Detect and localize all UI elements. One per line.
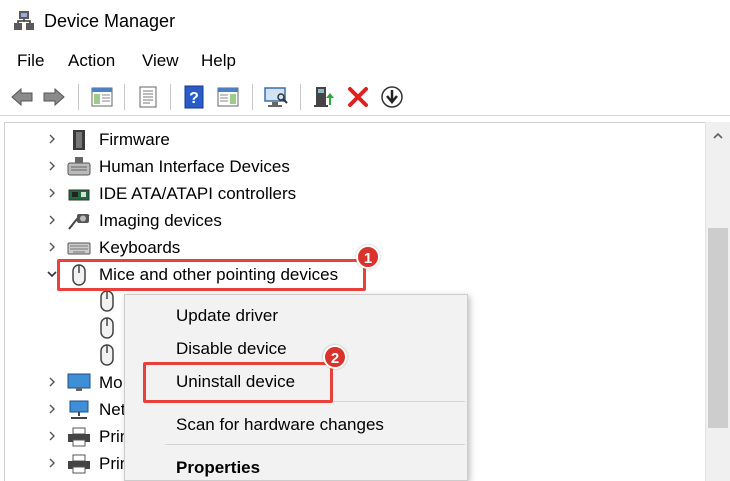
uninstall-x-icon[interactable]	[344, 84, 372, 110]
show-hide-tree-icon[interactable]	[88, 84, 116, 110]
tree-item-label: Mo	[99, 373, 123, 392]
window-title: Device Manager	[44, 11, 176, 31]
menu-scan-hardware[interactable]: Scan for hardware changes	[176, 414, 384, 436]
tree-item-imaging-devices[interactable]: Imaging devices	[5, 207, 705, 234]
tree-item-label: Net	[99, 400, 126, 419]
tree-item-label: Imaging devices	[99, 211, 222, 230]
chevron-right-icon[interactable]	[45, 429, 59, 443]
tree-item-label: Firmware	[99, 130, 170, 149]
tree-item-firmware[interactable]: Firmware	[5, 126, 705, 153]
step-badge-1: 1	[356, 245, 380, 269]
menu-disable-device[interactable]: Disable device	[176, 338, 287, 360]
menu-properties[interactable]: Properties	[176, 457, 260, 479]
menu-action[interactable]: Action	[68, 48, 115, 74]
tree-item-label: Human Interface Devices	[99, 157, 290, 176]
chevron-right-icon[interactable]	[45, 213, 59, 227]
menu-separator	[165, 444, 465, 445]
menu-bar: File Action View Help	[0, 48, 730, 74]
tree-item-label: IDE ATA/ATAPI controllers	[99, 184, 297, 203]
menu-update-driver[interactable]: Update driver	[176, 305, 278, 327]
step-badge-2: 2	[323, 345, 347, 369]
forward-arrow-icon[interactable]	[40, 84, 68, 110]
tree-item-ide-controllers[interactable]: IDE ATA/ATAPI controllers	[5, 180, 705, 207]
device-manager-icon	[14, 11, 34, 30]
chevron-right-icon[interactable]	[45, 186, 59, 200]
svg-text:?: ?	[189, 90, 199, 107]
camera-icon	[68, 214, 90, 230]
ide-controller-icon	[68, 189, 90, 201]
mouse-device-icon[interactable]	[99, 317, 115, 339]
menu-file[interactable]: File	[17, 48, 44, 74]
chevron-right-icon[interactable]	[45, 375, 59, 389]
disable-download-icon[interactable]	[378, 84, 406, 110]
title-bar: Device Manager	[0, 0, 730, 42]
chevron-right-icon[interactable]	[45, 132, 59, 146]
printer-icon	[68, 454, 90, 474]
vertical-scrollbar[interactable]	[705, 122, 730, 481]
hid-icon	[67, 157, 91, 176]
chevron-right-icon[interactable]	[45, 402, 59, 416]
scan-hardware-icon[interactable]	[262, 84, 290, 110]
mouse-device-icon[interactable]	[99, 344, 115, 366]
scroll-thumb[interactable]	[708, 228, 728, 428]
keyboard-icon	[67, 242, 91, 255]
tree-item-human-interface-devices[interactable]: Human Interface Devices	[5, 153, 705, 180]
highlight-uninstall-device	[143, 362, 333, 403]
mouse-device-icon[interactable]	[99, 290, 115, 312]
tree-item-keyboards[interactable]: Keyboards	[5, 234, 705, 261]
update-driver-icon[interactable]	[310, 84, 338, 110]
menu-view[interactable]: View	[142, 48, 179, 74]
firmware-chip-icon	[73, 130, 85, 150]
chevron-right-icon[interactable]	[45, 240, 59, 254]
tree-item-label: Keyboards	[99, 238, 181, 257]
help-icon[interactable]: ?	[180, 84, 208, 110]
action-pane-icon[interactable]	[214, 84, 242, 110]
chevron-right-icon[interactable]	[45, 456, 59, 470]
back-arrow-icon[interactable]	[8, 84, 36, 110]
menu-help[interactable]: Help	[201, 48, 236, 74]
toolbar: ?	[0, 78, 730, 116]
highlight-mice-category	[57, 259, 366, 291]
network-icon	[69, 400, 89, 419]
printer-icon	[68, 427, 90, 447]
properties-icon[interactable]	[134, 84, 162, 110]
monitor-icon	[67, 373, 91, 391]
scroll-up-icon[interactable]	[706, 126, 730, 146]
chevron-right-icon[interactable]	[45, 159, 59, 173]
